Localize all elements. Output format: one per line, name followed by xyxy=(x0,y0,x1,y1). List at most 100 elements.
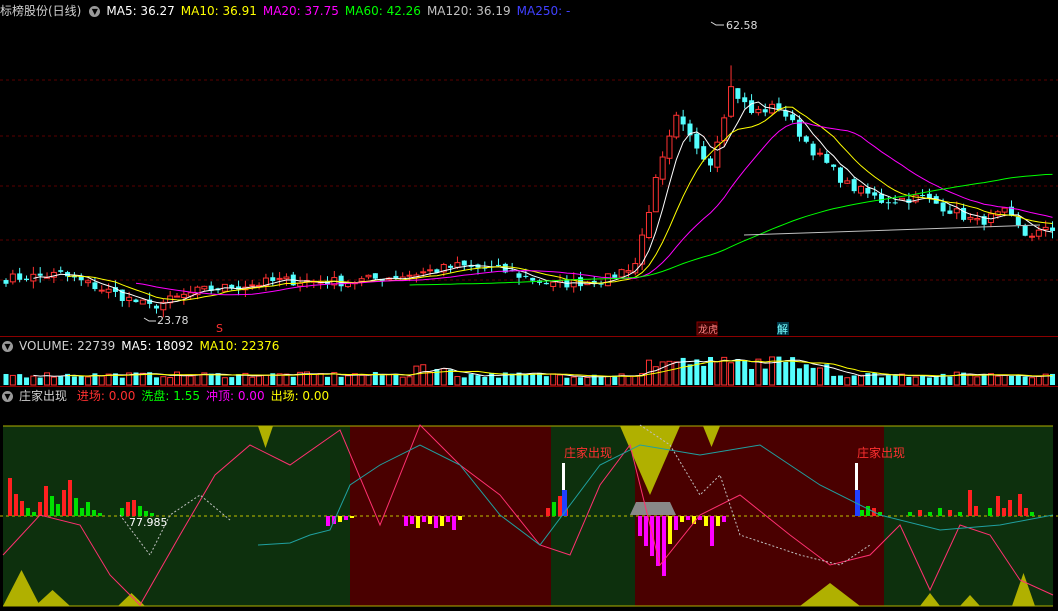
volume-bar xyxy=(714,361,721,386)
vol-legend-2: MA10: 22376 xyxy=(199,339,280,353)
volume-bar xyxy=(174,371,180,386)
volume-bar xyxy=(1029,377,1035,386)
signal-bar xyxy=(50,496,54,516)
volume-bar xyxy=(345,375,351,386)
signal-bar xyxy=(416,516,420,528)
longhu-label: 龙虎 xyxy=(698,323,718,336)
volume-bar xyxy=(1008,375,1014,385)
volume-bar xyxy=(317,373,324,386)
volume-bar xyxy=(837,375,843,385)
volume-bar xyxy=(687,364,693,385)
candle-body xyxy=(85,280,92,284)
indicator-value-label: 77.985 xyxy=(129,516,168,529)
collapse-icon[interactable]: ▼ xyxy=(2,341,13,352)
candle-body xyxy=(940,202,946,212)
volume-bar xyxy=(550,373,557,386)
signal-bar xyxy=(344,516,348,520)
volume-bar xyxy=(324,376,330,385)
candle-body xyxy=(180,293,187,298)
signal-bar xyxy=(74,498,78,516)
candle-body xyxy=(427,269,434,272)
volume-bar xyxy=(194,374,201,386)
candle-body xyxy=(604,273,611,287)
signal-bar xyxy=(674,516,678,530)
volume-bar xyxy=(489,372,495,385)
candle-body xyxy=(495,264,501,266)
volume-bar xyxy=(413,365,420,386)
candle-body xyxy=(530,277,536,281)
indicator-title: 庄家出现 xyxy=(19,389,68,403)
volume-bar xyxy=(926,377,932,385)
volume-bar xyxy=(236,374,242,385)
volume-bar xyxy=(584,376,591,386)
volume-bar xyxy=(119,377,125,385)
candle-body xyxy=(372,273,378,279)
volume-header: ▼ VOLUME: 22739 MA5: 18092 MA10: 22376 xyxy=(0,337,291,355)
white-signal-bar xyxy=(562,463,565,490)
volume-bar xyxy=(659,361,666,386)
volume-bar xyxy=(208,373,214,385)
volume-bar xyxy=(920,375,926,385)
signal-bar xyxy=(710,516,714,546)
candle-body xyxy=(37,273,43,276)
signal-bar xyxy=(26,508,30,516)
ma-legend-4: MA120: 36.19 xyxy=(426,4,511,18)
volume-bar xyxy=(24,377,30,385)
candle-body xyxy=(680,116,686,125)
candle-body xyxy=(133,299,139,303)
volume-bar xyxy=(386,374,393,386)
candle-body xyxy=(967,216,974,220)
volume-bar xyxy=(37,377,43,385)
signal-bar xyxy=(662,516,666,576)
ind-legend-0: 进场: 0.00 xyxy=(76,389,136,403)
volume-bar xyxy=(701,365,707,385)
volume-bar xyxy=(221,377,228,386)
candle-body xyxy=(1050,227,1056,231)
candle-body xyxy=(879,193,885,203)
stock-title: 标榜股份(日线) xyxy=(0,4,82,18)
candle-body xyxy=(885,202,891,204)
indicator-chart: 77.985 庄家出现 庄家出现 xyxy=(0,424,1058,607)
candle-body xyxy=(174,295,180,298)
ma-legend-0: MA5: 36.27 xyxy=(106,4,175,18)
candle-body xyxy=(625,270,632,273)
signal-bar xyxy=(126,502,130,516)
volume-bar xyxy=(967,374,974,386)
candle-body xyxy=(659,156,666,180)
volume-bar xyxy=(803,364,809,385)
volume-bar xyxy=(379,375,385,385)
signal-bar xyxy=(38,502,42,516)
signal-bar xyxy=(1002,508,1006,516)
volume-bar xyxy=(406,376,413,386)
volume-bar xyxy=(283,373,290,386)
signal-bar xyxy=(668,516,672,544)
ind-legend-2: 冲顶: 0.00 xyxy=(206,389,265,403)
volume-bar xyxy=(810,367,816,385)
volume-bar xyxy=(434,368,440,385)
volume-bar xyxy=(153,377,159,385)
ma20-line xyxy=(135,122,1053,296)
collapse-icon[interactable]: ▼ xyxy=(89,6,101,17)
candle-body xyxy=(612,274,618,278)
collapse-icon[interactable]: ▼ xyxy=(2,391,13,402)
jie-label: 解 xyxy=(777,322,788,336)
volume-bar xyxy=(98,375,105,386)
volume-bar xyxy=(17,374,23,385)
volume-bar xyxy=(912,376,919,386)
volume-bar xyxy=(673,361,680,386)
candle-body xyxy=(126,296,133,301)
volume-bar xyxy=(495,377,501,385)
signal-bar xyxy=(44,486,48,516)
candle-body xyxy=(543,282,549,285)
candle-body xyxy=(1042,226,1049,231)
volume-bar xyxy=(728,362,735,386)
volume-bar xyxy=(358,374,365,386)
high-pointer xyxy=(710,21,724,26)
candle-body xyxy=(762,109,768,113)
candle-body xyxy=(961,207,967,220)
candle-body xyxy=(461,260,467,266)
candle-body xyxy=(974,217,981,221)
signal-s-marker: S xyxy=(216,322,223,335)
signal-bar xyxy=(32,512,36,516)
signal-bar xyxy=(132,500,136,516)
